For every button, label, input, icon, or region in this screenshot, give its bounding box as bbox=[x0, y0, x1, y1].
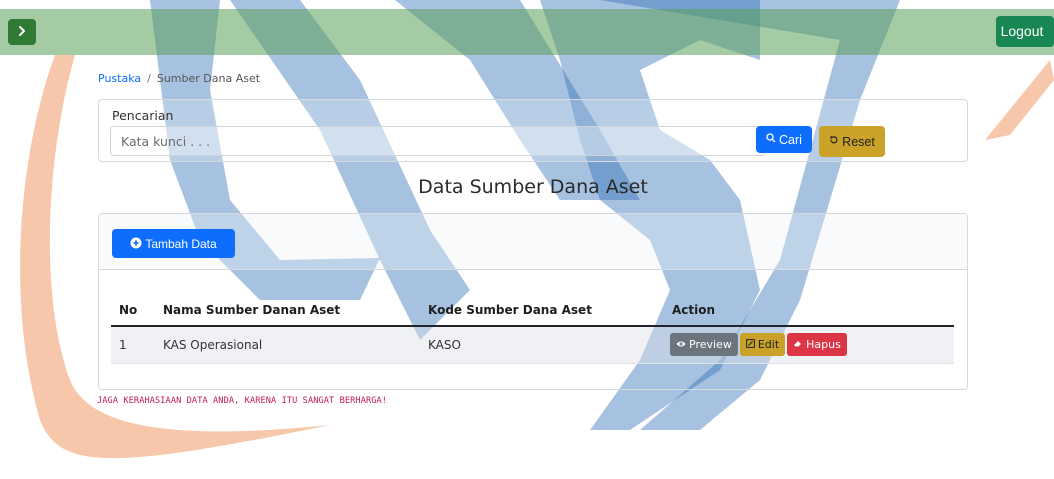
search-icon bbox=[766, 133, 776, 146]
breadcrumb-link-pustaka[interactable]: Pustaka bbox=[98, 72, 141, 85]
cell-no: 1 bbox=[111, 326, 155, 364]
logout-button[interactable]: Logout bbox=[996, 16, 1054, 47]
edit-icon bbox=[745, 339, 755, 350]
card-header: Tambah Data bbox=[99, 214, 967, 270]
search-input[interactable] bbox=[110, 126, 765, 156]
page-title: Data Sumber Dana Aset bbox=[418, 176, 648, 198]
search-button[interactable]: Cari bbox=[756, 126, 812, 153]
cell-nama: KAS Operasional bbox=[155, 326, 420, 364]
reset-icon bbox=[829, 135, 839, 148]
edit-button-label: Edit bbox=[757, 338, 780, 352]
edit-button[interactable]: Edit bbox=[739, 333, 786, 357]
search-label: Pencarian bbox=[112, 108, 174, 123]
sidebar-toggle-button[interactable] bbox=[8, 19, 36, 45]
add-data-button-label: Tambah Data bbox=[145, 236, 217, 251]
breadcrumb-current: Sumber Dana Aset bbox=[156, 72, 261, 85]
reset-button-label: Reset bbox=[842, 134, 875, 149]
plus-circle-icon bbox=[130, 237, 142, 251]
cell-kode: KASO bbox=[420, 326, 664, 364]
column-header-kode: Kode Sumber Dana Aset bbox=[420, 294, 664, 327]
search-button-label: Cari bbox=[779, 132, 802, 147]
chevron-right-icon bbox=[16, 25, 28, 40]
reset-button[interactable]: Reset bbox=[819, 126, 885, 157]
add-data-button[interactable]: Tambah Data bbox=[112, 229, 235, 258]
delete-button[interactable]: Hapus bbox=[787, 333, 847, 357]
table-row: 1 KAS Operasional KASO Preview Edit Hapu… bbox=[111, 326, 954, 364]
cell-actions: Preview Edit Hapus bbox=[664, 326, 954, 364]
breadcrumb-separator: / bbox=[147, 72, 151, 85]
table-header-row: No Nama Sumber Danan Aset Kode Sumber Da… bbox=[111, 294, 954, 327]
data-table: No Nama Sumber Danan Aset Kode Sumber Da… bbox=[111, 294, 954, 364]
eye-icon bbox=[676, 339, 686, 350]
top-navbar bbox=[0, 9, 1054, 55]
footer-warning-note: JAGA KERAHASIAAN DATA ANDA, KARENA ITU S… bbox=[97, 396, 388, 406]
column-header-no: No bbox=[111, 294, 155, 327]
search-card: Pencarian Cari Reset bbox=[98, 99, 968, 162]
eraser-icon bbox=[793, 339, 803, 350]
column-header-nama: Nama Sumber Danan Aset bbox=[155, 294, 420, 327]
column-header-action: Action bbox=[664, 294, 954, 327]
preview-button-label: Preview bbox=[689, 338, 732, 352]
breadcrumb: Pustaka / Sumber Dana Aset bbox=[98, 72, 260, 85]
preview-button[interactable]: Preview bbox=[670, 333, 738, 357]
delete-button-label: Hapus bbox=[806, 338, 841, 352]
